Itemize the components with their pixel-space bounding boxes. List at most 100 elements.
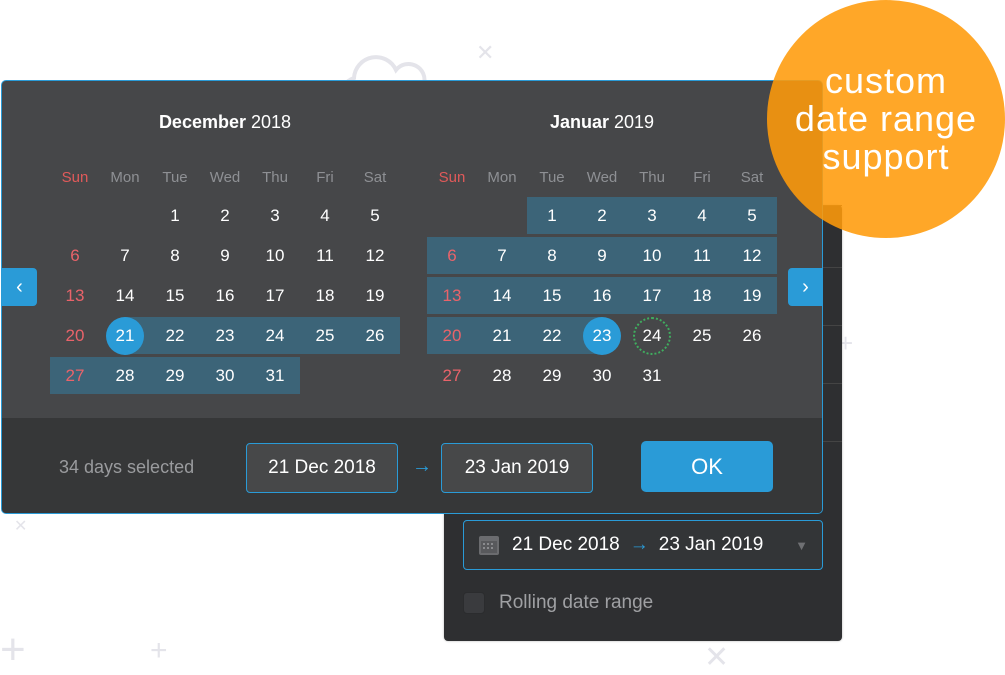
day-number: 15 <box>542 286 562 305</box>
next-month-button[interactable]: › <box>788 268 822 306</box>
start-date-input[interactable]: 21 Dec 2018 <box>246 443 398 493</box>
calendar-day[interactable]: 19 <box>350 277 400 314</box>
ok-button[interactable]: OK <box>641 441 773 492</box>
weekday-header: Mon <box>110 169 140 186</box>
day-number: 9 <box>597 246 607 265</box>
calendar-day[interactable]: 7 <box>100 237 150 274</box>
calendar-day[interactable]: 15 <box>527 277 577 314</box>
day-number: 8 <box>547 246 557 265</box>
calendar-day[interactable]: 11 <box>677 237 727 274</box>
calendar-day[interactable]: 22 <box>527 317 577 354</box>
calendar-day[interactable]: 25 <box>677 317 727 354</box>
calendar-day[interactable]: 27 <box>427 357 477 394</box>
calendar-day[interactable]: 2 <box>577 197 627 234</box>
day-number: 12 <box>365 246 385 265</box>
calendar-day[interactable]: 26 <box>727 317 777 354</box>
calendar-day[interactable]: 8 <box>527 237 577 274</box>
day-number: 3 <box>647 206 657 225</box>
day-number: 11 <box>316 246 334 265</box>
day-number: 30 <box>215 366 235 385</box>
rolling-date-range-option[interactable]: Rolling date range <box>463 592 653 614</box>
calendar-day[interactable]: 21 <box>477 317 527 354</box>
calendar-day[interactable]: 6 <box>427 237 477 274</box>
day-number: 31 <box>642 366 662 385</box>
calendar-day[interactable]: 10 <box>250 237 300 274</box>
day-number: 14 <box>492 286 512 305</box>
calendar-icon <box>479 536 499 555</box>
calendar-day[interactable]: 16 <box>200 277 250 314</box>
calendar-day[interactable]: 7 <box>477 237 527 274</box>
calendar-day[interactable]: 23 <box>200 317 250 354</box>
calendar-day[interactable]: 12 <box>727 237 777 274</box>
calendar-day[interactable]: 17 <box>627 277 677 314</box>
day-number: 20 <box>442 326 462 345</box>
calendar-day[interactable]: 18 <box>677 277 727 314</box>
calendar-day[interactable]: 20 <box>427 317 477 354</box>
calendar-day[interactable]: 27 <box>50 357 100 394</box>
calendar-day[interactable]: 26 <box>350 317 400 354</box>
calendar-day[interactable]: 30 <box>200 357 250 394</box>
day-number: 23 <box>583 317 621 355</box>
day-number: 19 <box>742 286 762 305</box>
calendar-day[interactable]: 3 <box>250 197 300 234</box>
day-number: 8 <box>170 246 180 265</box>
selected-day[interactable]: 23 <box>577 317 627 355</box>
calendar-day[interactable]: 18 <box>300 277 350 314</box>
calendar-day[interactable]: 10 <box>627 237 677 274</box>
calendar-day[interactable]: 28 <box>100 357 150 394</box>
day-number: 6 <box>70 246 80 265</box>
calendar-day[interactable]: 3 <box>627 197 677 234</box>
calendar-day[interactable]: 1 <box>150 197 200 234</box>
calendar-day[interactable]: 29 <box>527 357 577 394</box>
day-number: 22 <box>542 326 562 345</box>
calendar-day[interactable]: 28 <box>477 357 527 394</box>
calendar-day[interactable]: 22 <box>150 317 200 354</box>
calendar-day[interactable]: 31 <box>250 357 300 394</box>
arrow-right-icon: → <box>412 455 432 477</box>
calendar-day[interactable]: 6 <box>50 237 100 274</box>
calendar-day[interactable]: 30 <box>577 357 627 394</box>
rolling-date-range-checkbox[interactable] <box>463 592 485 614</box>
calendar-day[interactable]: 13 <box>427 277 477 314</box>
calendar-day[interactable]: 14 <box>477 277 527 314</box>
calendar-day[interactable]: 4 <box>677 197 727 234</box>
calendar-day[interactable]: 11 <box>300 237 350 274</box>
day-number: 1 <box>547 206 557 225</box>
calendar-day[interactable]: 16 <box>577 277 627 314</box>
decor-x-icon: ✕ <box>476 40 495 65</box>
calendar-day[interactable]: 24 <box>250 317 300 354</box>
calendar-day[interactable]: 9 <box>200 237 250 274</box>
day-number: 10 <box>642 246 662 265</box>
day-number: 4 <box>697 206 707 225</box>
decor-plus-icon: + <box>0 625 26 674</box>
weekday-header: Wed <box>209 169 241 186</box>
calendar-day[interactable]: 5 <box>350 197 400 234</box>
calendar-day[interactable]: 19 <box>727 277 777 314</box>
calendar-day[interactable]: 4 <box>300 197 350 234</box>
day-number: 28 <box>492 366 512 385</box>
today-day[interactable]: 24 <box>627 317 677 355</box>
calendar-day[interactable]: 31 <box>627 357 677 394</box>
date-range-dropdown[interactable]: 21 Dec 2018 → 23 Jan 2019 ▼ <box>463 520 823 570</box>
calendar-day[interactable]: 13 <box>50 277 100 314</box>
calendar-day[interactable]: 29 <box>150 357 200 394</box>
calendar-day[interactable]: 5 <box>727 197 777 234</box>
day-number: 31 <box>265 366 285 385</box>
day-number: 18 <box>692 286 712 305</box>
calendar-day[interactable]: 17 <box>250 277 300 314</box>
calendar-day[interactable]: 25 <box>300 317 350 354</box>
day-number: 2 <box>597 206 607 225</box>
calendar-day[interactable]: 12 <box>350 237 400 274</box>
calendar-day[interactable]: 9 <box>577 237 627 274</box>
calendar-day[interactable]: 8 <box>150 237 200 274</box>
calendar-day[interactable]: 15 <box>150 277 200 314</box>
calendar-day[interactable]: 2 <box>200 197 250 234</box>
calendar-day[interactable]: 20 <box>50 317 100 354</box>
selected-day[interactable]: 21 <box>100 317 150 355</box>
calendar-day[interactable]: 14 <box>100 277 150 314</box>
calendar-day[interactable]: 1 <box>527 197 577 234</box>
chevron-down-icon[interactable]: ▼ <box>795 538 808 553</box>
end-date-input[interactable]: 23 Jan 2019 <box>441 443 593 493</box>
day-number: 29 <box>542 366 562 385</box>
prev-month-button[interactable]: ‹ <box>2 268 37 306</box>
